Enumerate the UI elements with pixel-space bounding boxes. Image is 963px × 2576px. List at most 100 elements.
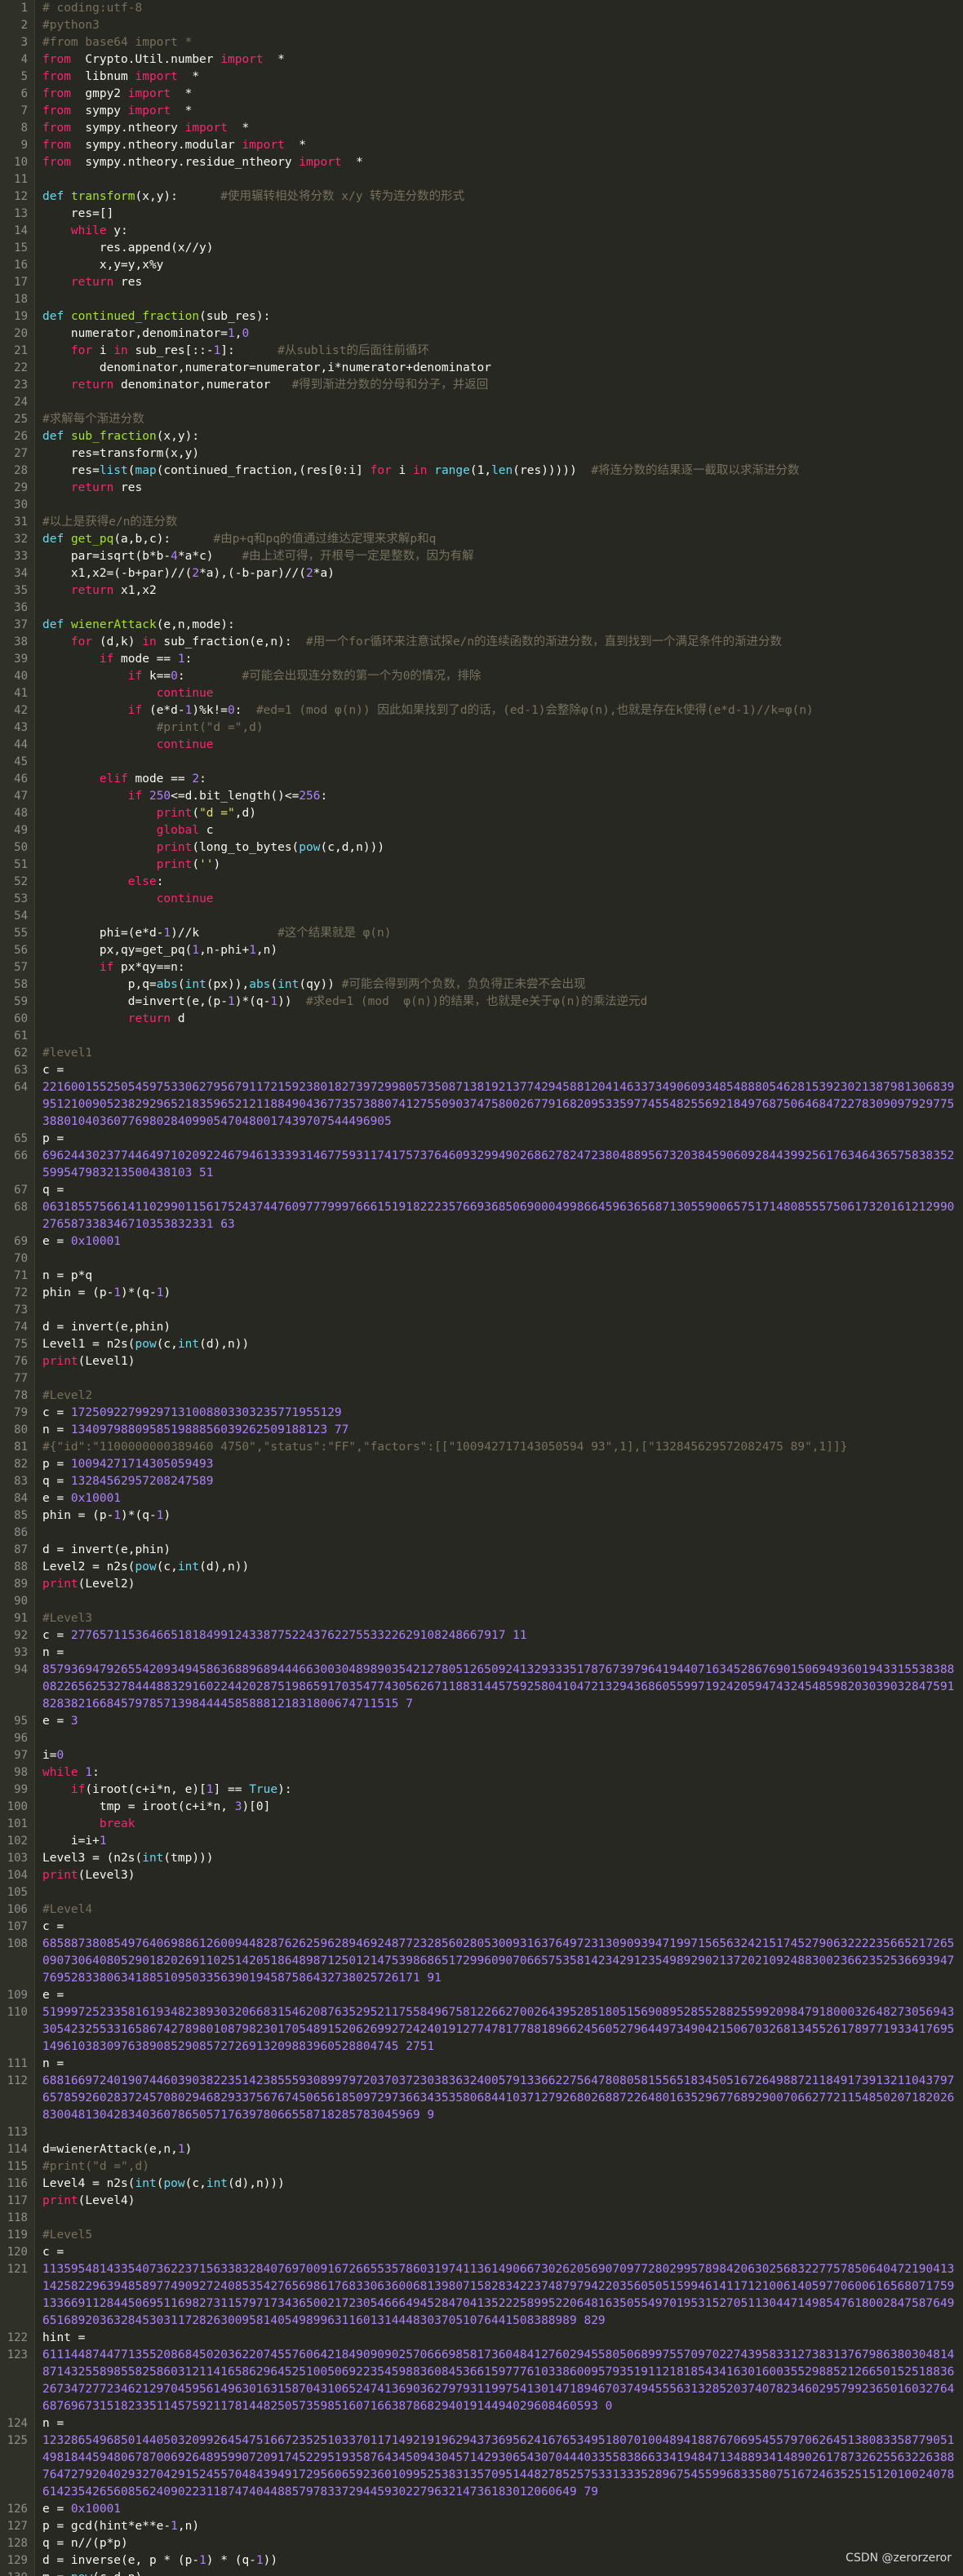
code-line[interactable]: 67 q =: [0, 1182, 963, 1199]
code-line[interactable]: 19 def continued_fraction(sub_res):: [0, 308, 963, 325]
code-line[interactable]: 31 #以上是获得e/n的连分数: [0, 514, 963, 531]
code-line[interactable]: 125 1232865496850144050320992645475166723…: [0, 2432, 963, 2501]
code-line[interactable]: 119 #Level5: [0, 2227, 963, 2244]
code-line[interactable]: 49 global c: [0, 822, 963, 839]
code-line[interactable]: 114 d=wienerAttack(e,n,1): [0, 2141, 963, 2158]
code-line[interactable]: 44 continue: [0, 737, 963, 754]
code-line[interactable]: 24: [0, 394, 963, 411]
code-line[interactable]: 84 e = 0x10001: [0, 1490, 963, 1507]
code-line[interactable]: 30: [0, 497, 963, 514]
code-line[interactable]: 6 from gmpy2 import *: [0, 86, 963, 103]
code-line[interactable]: 47 if 250<=d.bit_length()<=256:: [0, 788, 963, 805]
code-line[interactable]: 77: [0, 1370, 963, 1388]
code-line[interactable]: 25 #求解每个渐进分数: [0, 411, 963, 428]
code-line[interactable]: 72 phin = (p-1)*(q-1): [0, 1285, 963, 1302]
code-line[interactable]: 57 if px*qy==n:: [0, 959, 963, 976]
code-line[interactable]: 71 n = p*q: [0, 1268, 963, 1285]
code-line[interactable]: 101 break: [0, 1816, 963, 1833]
code-line[interactable]: 92 c = 2776571153646651818499124338775224…: [0, 1627, 963, 1644]
code-line[interactable]: 35 return x1,x2: [0, 582, 963, 600]
code-line[interactable]: 37 def wienerAttack(e,n,mode):: [0, 617, 963, 634]
code-editor[interactable]: 1 # coding:utf-8 2 #python3 3 #from base64 im…: [0, 0, 963, 2576]
code-line[interactable]: 74 d = invert(e,phin): [0, 1319, 963, 1336]
code-line[interactable]: 64 22160015525054597533062795679117215923…: [0, 1079, 963, 1131]
code-line[interactable]: 28 res=list(map(continued_fraction,(res[…: [0, 463, 963, 480]
code-line[interactable]: 27 res=transform(x,y): [0, 445, 963, 463]
code-line[interactable]: 68 06318557566141102990115617524374476097…: [0, 1199, 963, 1233]
code-line[interactable]: 32 def get_pq(a,b,c): #由p+q和pq的值通过维达定理来求解…: [0, 531, 963, 548]
code-line[interactable]: 70: [0, 1250, 963, 1268]
code-line[interactable]: 109 e =: [0, 1987, 963, 2004]
code-line[interactable]: 105: [0, 1884, 963, 1901]
code-line[interactable]: 65 p =: [0, 1131, 963, 1148]
code-line[interactable]: 97 i=0: [0, 1747, 963, 1764]
code-line[interactable]: 128 q = n//(p*p): [0, 2535, 963, 2552]
code-line[interactable]: 18: [0, 291, 963, 308]
code-line[interactable]: 1 # coding:utf-8: [0, 0, 963, 17]
code-line[interactable]: 110 5199972523358161934823893032066831546…: [0, 2004, 963, 2056]
code-line[interactable]: 11: [0, 171, 963, 188]
code-line[interactable]: 43 #print("d =",d): [0, 719, 963, 737]
code-line[interactable]: 126 e = 0x10001: [0, 2501, 963, 2518]
code-line[interactable]: 39 if mode == 1:: [0, 651, 963, 668]
code-line[interactable]: 118: [0, 2210, 963, 2227]
code-line[interactable]: 52 else:: [0, 874, 963, 891]
code-line[interactable]: 129 d = inverse(e, p * (p-1) * (q-1)): [0, 2552, 963, 2569]
code-line[interactable]: 82 p = 10094271714305059493: [0, 1456, 963, 1473]
code-line[interactable]: 104 print(Level3): [0, 1867, 963, 1884]
code-line[interactable]: 83 q = 13284562957208247589: [0, 1473, 963, 1490]
code-line[interactable]: 5 from libnum import *: [0, 69, 963, 86]
code-line[interactable]: 20 numerator,denominator=1,0: [0, 325, 963, 343]
code-line[interactable]: 98 while 1:: [0, 1764, 963, 1782]
code-line[interactable]: 16 x,y=y,x%y: [0, 257, 963, 274]
code-line[interactable]: 102 i=i+1: [0, 1833, 963, 1850]
code-line[interactable]: 66 69624430237744649710209224679461333931…: [0, 1148, 963, 1182]
code-line[interactable]: 88 Level2 = n2s(pow(c,int(d),n)): [0, 1559, 963, 1576]
code-line[interactable]: 127 p = gcd(hint*e**e-1,n): [0, 2518, 963, 2535]
code-line[interactable]: 22 denominator,numerator=numerator,i*num…: [0, 360, 963, 377]
code-line[interactable]: 103 Level3 = (n2s(int(tmp))): [0, 1850, 963, 1867]
code-line[interactable]: 75 Level1 = n2s(pow(c,int(d),n)): [0, 1336, 963, 1353]
code-line[interactable]: 73: [0, 1302, 963, 1319]
code-line[interactable]: 9 from sympy.ntheory.modular import *: [0, 137, 963, 154]
code-line[interactable]: 61: [0, 1028, 963, 1045]
code-line[interactable]: 122 hint =: [0, 2330, 963, 2347]
code-line[interactable]: 36: [0, 600, 963, 617]
code-line[interactable]: 85 phin = (p-1)*(q-1): [0, 1507, 963, 1525]
code-line[interactable]: 41 continue: [0, 685, 963, 702]
code-line[interactable]: 63 c =: [0, 1062, 963, 1079]
code-line[interactable]: 108 6858873808549764069886126009448287626…: [0, 1936, 963, 1987]
code-line[interactable]: 111 n =: [0, 2056, 963, 2073]
code-line[interactable]: 76 print(Level1): [0, 1353, 963, 1370]
code-line[interactable]: 123 6111448744771355208684502036220745576…: [0, 2347, 963, 2415]
code-line[interactable]: 86: [0, 1525, 963, 1542]
code-line[interactable]: 7 from sympy import *: [0, 103, 963, 120]
code-line[interactable]: 115 #print("d =",d): [0, 2158, 963, 2175]
code-line[interactable]: 2 #python3: [0, 17, 963, 34]
code-line[interactable]: 89 print(Level2): [0, 1576, 963, 1593]
code-line[interactable]: 78 #Level2: [0, 1388, 963, 1405]
code-line[interactable]: 42 if (e*d-1)%k!=0: #ed=1 (mod φ(n)) 因此如…: [0, 702, 963, 719]
code-line[interactable]: 121 1135954814335407362237156338328407697…: [0, 2261, 963, 2330]
code-line[interactable]: 81 #{"id":"1100000000389460 4750","status…: [0, 1439, 963, 1456]
code-line[interactable]: 93 n =: [0, 1644, 963, 1662]
code-line[interactable]: 21 for i in sub_res[::-1]: #从sublist的后面往…: [0, 343, 963, 360]
code-line[interactable]: 62 #level1: [0, 1045, 963, 1062]
code-line[interactable]: 69 e = 0x10001: [0, 1233, 963, 1250]
code-line[interactable]: 116 Level4 = n2s(int(pow(c,int(d),n))): [0, 2175, 963, 2193]
code-line[interactable]: 29 return res: [0, 480, 963, 497]
code-line[interactable]: 33 par=isqrt(b*b-4*a*c) #由上述可得，开根号一定是整数，…: [0, 548, 963, 565]
code-line[interactable]: 87 d = invert(e,phin): [0, 1542, 963, 1559]
code-line[interactable]: 55 phi=(e*d-1)//k #这个结果就是 φ(n): [0, 925, 963, 942]
code-line[interactable]: 124 n =: [0, 2415, 963, 2432]
code-line[interactable]: 4 from Crypto.Util.number import *: [0, 51, 963, 69]
code-line[interactable]: 10 from sympy.ntheory.residue_ntheory imp…: [0, 154, 963, 171]
code-line[interactable]: 56 px,qy=get_pq(1,n-phi+1,n): [0, 942, 963, 959]
code-line[interactable]: 13 res=[]: [0, 206, 963, 223]
code-line[interactable]: 46 elif mode == 2:: [0, 771, 963, 788]
code-area[interactable]: 1 # coding:utf-8 2 #python3 3 #from base64 im…: [0, 0, 963, 2576]
code-line[interactable]: 8 from sympy.ntheory import *: [0, 120, 963, 137]
code-line[interactable]: 48 print("d =",d): [0, 805, 963, 822]
code-line[interactable]: 107 c =: [0, 1919, 963, 1936]
code-line[interactable]: 99 if(iroot(c+i*n, e)[1] == True):: [0, 1782, 963, 1799]
